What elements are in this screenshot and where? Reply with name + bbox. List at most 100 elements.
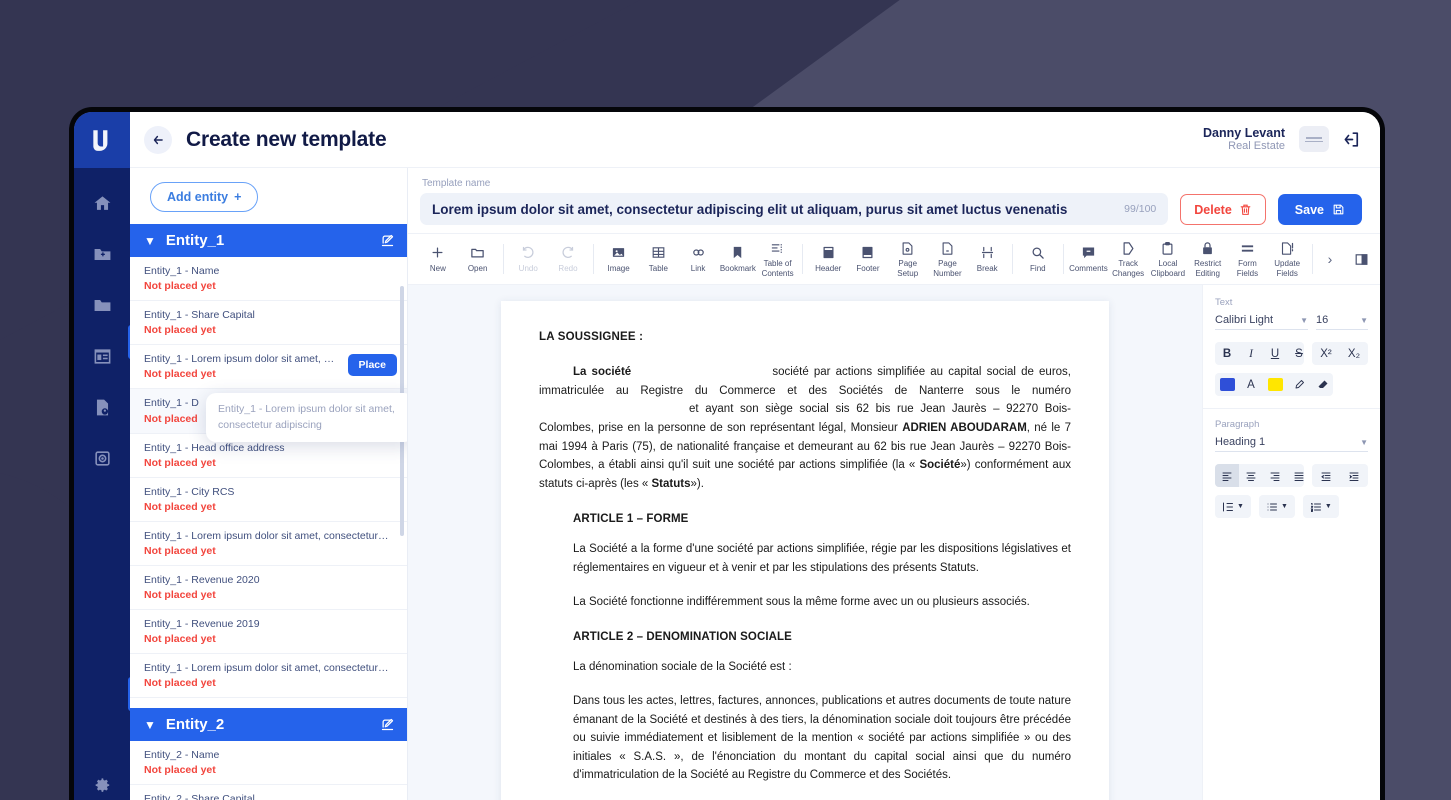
table-row[interactable]: Entity_1 - Lorem ipsum dolor sit amet, c…: [130, 345, 407, 390]
folder-add-icon[interactable]: [89, 241, 115, 267]
bold-button[interactable]: B: [1215, 342, 1239, 365]
toc-icon: [770, 240, 785, 256]
place-button[interactable]: Place: [347, 354, 397, 377]
indent-increase-icon[interactable]: [1340, 464, 1368, 487]
back-button[interactable]: [144, 125, 172, 154]
subscript-button[interactable]: X₂: [1340, 342, 1368, 365]
home-icon[interactable]: [89, 190, 115, 216]
status-badge: Not placed yet: [144, 280, 216, 293]
strikethrough-button[interactable]: S: [1287, 342, 1304, 365]
table-icon: [651, 245, 666, 261]
entity-list: ▼ Entity_1 Entity_1 - Name Not placed ye…: [130, 224, 407, 800]
font-family-select[interactable]: Calibri Light ▼: [1215, 314, 1308, 330]
right-panel-icon[interactable]: [1348, 252, 1374, 267]
align-justify-icon[interactable]: [1287, 464, 1304, 487]
editor-toolbar: New Open Undo Redo Image Table Link Book…: [408, 233, 1380, 285]
logout-icon[interactable]: [1343, 130, 1362, 149]
file-user-icon[interactable]: [89, 394, 115, 420]
layout-icon[interactable]: [89, 343, 115, 369]
bullet-list-icon[interactable]: ▼: [1258, 495, 1295, 518]
toolbar-open[interactable]: Open: [458, 245, 498, 273]
template-name-value: Lorem ipsum dolor sit amet, consectetur …: [432, 201, 1068, 217]
chevron-right-icon[interactable]: ›: [1318, 251, 1342, 267]
table-row[interactable]: Entity_1 - Name Not placed yet: [130, 257, 407, 302]
entity-group-header-entity-1[interactable]: ▼ Entity_1: [130, 224, 407, 257]
brand-logo[interactable]: [74, 112, 130, 168]
toolbar-track-changes[interactable]: Track Changes: [1108, 240, 1148, 278]
format-painter-icon[interactable]: [1287, 373, 1311, 396]
edit-pencil-icon[interactable]: [380, 717, 395, 732]
save-button[interactable]: Save: [1277, 194, 1362, 225]
toolbar-toc[interactable]: Table of Contents: [758, 240, 798, 278]
table-row[interactable]: Entity_1 - City RCS Not placed yet: [130, 478, 407, 522]
document-page[interactable]: LA SOUSSIGNEE : La société société par a…: [501, 301, 1109, 800]
template-name-label: Template name: [422, 178, 491, 189]
align-right-icon[interactable]: [1263, 464, 1287, 487]
underline-button[interactable]: U: [1263, 342, 1287, 365]
superscript-button[interactable]: X²: [1312, 342, 1340, 365]
toolbar-link[interactable]: Link: [678, 245, 718, 273]
line-spacing-icon[interactable]: ▼: [1215, 495, 1251, 518]
app-window: Create new template Danny Levant Real Es…: [74, 112, 1380, 800]
font-color-icon[interactable]: [1215, 373, 1239, 396]
toolbar-break[interactable]: Break: [967, 245, 1007, 273]
toolbar-bookmark[interactable]: Bookmark: [718, 245, 758, 273]
table-row[interactable]: Entity_2 - Name Not placed yet: [130, 741, 407, 786]
paragraph-style-select[interactable]: Heading 1 ▼: [1215, 436, 1368, 452]
gear-icon[interactable]: [89, 772, 115, 798]
entity-row-label: Entity_1 - Revenue 2019: [144, 618, 260, 630]
toolbar-page-number[interactable]: Page Number: [928, 240, 968, 278]
toolbar-update-fields[interactable]: Update Fields: [1267, 240, 1307, 278]
eraser-icon[interactable]: [1311, 373, 1333, 396]
delete-button[interactable]: Delete: [1180, 194, 1266, 225]
indent-decrease-icon[interactable]: [1312, 464, 1340, 487]
italic-button[interactable]: I: [1239, 342, 1263, 365]
toolbar-page-setup[interactable]: Page Setup: [888, 240, 928, 278]
toolbar-form-fields[interactable]: Form Fields: [1228, 240, 1268, 278]
numbered-list-icon[interactable]: ▼: [1302, 495, 1339, 518]
stamp-icon[interactable]: [89, 445, 115, 471]
highlight-color-icon[interactable]: [1263, 373, 1287, 396]
table-row[interactable]: Entity_1 - Share Capital Not placed yet: [130, 301, 407, 346]
table-row[interactable]: Entity_1 - D Not placed Entity_1 - Lorem…: [130, 389, 407, 442]
document-scroll[interactable]: LA SOUSSIGNEE : La société société par a…: [408, 285, 1202, 800]
toolbar-label: Footer: [856, 263, 880, 273]
align-center-icon[interactable]: [1239, 464, 1263, 487]
entity-group-header-entity-2[interactable]: ▼ Entity_2: [130, 708, 407, 742]
edit-pencil-icon[interactable]: [380, 233, 395, 248]
toolbar-footer[interactable]: Footer: [848, 245, 888, 273]
toolbar-label: Restrict Editing: [1194, 259, 1222, 278]
align-left-icon[interactable]: [1215, 464, 1239, 487]
table-row[interactable]: Entity_1 - Lorem ipsum dolor sit amet, c…: [130, 522, 407, 566]
toolbar-header[interactable]: Header: [808, 245, 848, 273]
comment-icon: [1081, 245, 1096, 261]
add-entity-button[interactable]: Add entity +: [150, 182, 259, 212]
clear-format-icon[interactable]: A: [1239, 373, 1263, 396]
table-row[interactable]: Entity_1 - Lorem ipsum dolor sit amet, c…: [130, 654, 407, 699]
doc-intro-a: La société: [573, 366, 632, 378]
table-row[interactable]: Entity_2 - Share Capital Not placed yet: [130, 785, 407, 800]
trash-icon: [1240, 204, 1251, 215]
toolbar-image[interactable]: Image: [599, 245, 639, 273]
template-name-input[interactable]: Lorem ipsum dolor sit amet, consectetur …: [420, 193, 1169, 225]
delete-label: Delete: [1194, 202, 1232, 217]
toolbar-local-clipboard[interactable]: Local Clipboard: [1148, 240, 1188, 278]
app-header: Create new template Danny Levant Real Es…: [130, 112, 1380, 168]
toolbar-label: Form Fields: [1236, 259, 1259, 278]
user-block[interactable]: Danny Levant Real Estate: [1203, 126, 1285, 153]
table-row[interactable]: Entity_1 - Revenue 2019 Not placed yet: [130, 610, 407, 655]
toolbar-table[interactable]: Table: [638, 245, 678, 273]
table-row[interactable]: Entity_1 - Revenue 2020 Not placed yet: [130, 566, 407, 610]
folder-icon[interactable]: [89, 292, 115, 318]
toolbar-label: Header: [815, 263, 842, 273]
toolbar-comments[interactable]: Comments: [1069, 245, 1109, 273]
doc-intro-g: ADRIEN ABOUDARAM: [902, 421, 1027, 434]
toolbar-new[interactable]: New: [418, 245, 458, 273]
bookmark-icon: [730, 245, 745, 261]
font-size-select[interactable]: 16 ▼: [1316, 314, 1368, 330]
doc-intro-b: société par actions simplifiée au capita…: [772, 366, 1034, 378]
toolbar-label: Undo: [518, 263, 538, 273]
toolbar-find[interactable]: Find: [1018, 245, 1058, 273]
toolbar-label: Link: [690, 263, 706, 273]
toolbar-restrict-editing[interactable]: Restrict Editing: [1188, 240, 1228, 278]
